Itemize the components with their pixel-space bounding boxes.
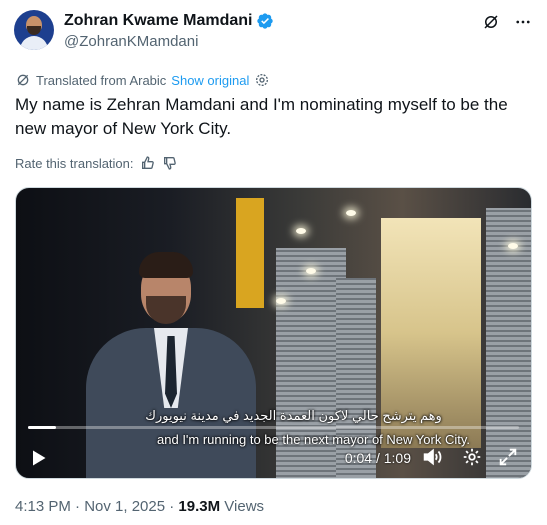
subtitle-arabic: وهم يترشح حالي لاكون العمدة الجديد في مد… [145, 408, 442, 423]
author-name-row: Zohran Kwame Mamdani [64, 12, 274, 30]
more-icon[interactable] [513, 12, 533, 32]
author-names: Zohran Kwame Mamdani @ZohranKMamdani [64, 12, 274, 50]
translation-note: Translated from Arabic Show original [15, 72, 270, 88]
video-player[interactable]: وهم يترشح حالي لاكون العمدة الجديد في مد… [15, 187, 532, 479]
thumbs-up-icon[interactable] [140, 155, 156, 171]
views-label: Views [220, 498, 265, 515]
tweet-header: Zohran Kwame Mamdani @ZohranKMamdani [14, 10, 533, 56]
verified-badge-icon[interactable] [256, 12, 274, 30]
timestamp[interactable]: 4:13 PM · Nov 1, 2025 · [15, 498, 178, 515]
tweet-text: My name is Zehran Mamdani and I'm nomina… [15, 95, 508, 138]
settings-icon[interactable] [461, 446, 483, 468]
volume-icon[interactable] [421, 446, 443, 468]
fullscreen-icon[interactable] [497, 446, 519, 468]
author-handle[interactable]: @ZohranKMamdani [64, 33, 274, 50]
tweet-meta: 4:13 PM · Nov 1, 2025 · 19.3M Views [15, 498, 264, 515]
video-progress-fill [28, 426, 57, 429]
video-progress-bar[interactable] [28, 426, 519, 429]
thumbs-down-icon[interactable] [162, 155, 178, 171]
translate-icon [17, 74, 29, 86]
rate-translation: Rate this translation: [15, 155, 178, 171]
play-icon[interactable] [28, 448, 48, 468]
video-time: 0:04 / 1:09 [344, 450, 411, 466]
avatar[interactable] [14, 10, 54, 50]
rate-label: Rate this translation: [15, 155, 134, 171]
settings-icon[interactable] [254, 72, 270, 88]
author-display-name[interactable]: Zohran Kwame Mamdani [64, 12, 252, 30]
header-actions [481, 12, 533, 32]
views-count: 19.3M [178, 498, 221, 515]
video-controls: 0:04 / 1:09 [16, 438, 531, 478]
translation-source: Translated from Arabic [36, 72, 167, 88]
show-original-link[interactable]: Show original [171, 73, 249, 88]
grok-icon[interactable] [481, 12, 501, 32]
